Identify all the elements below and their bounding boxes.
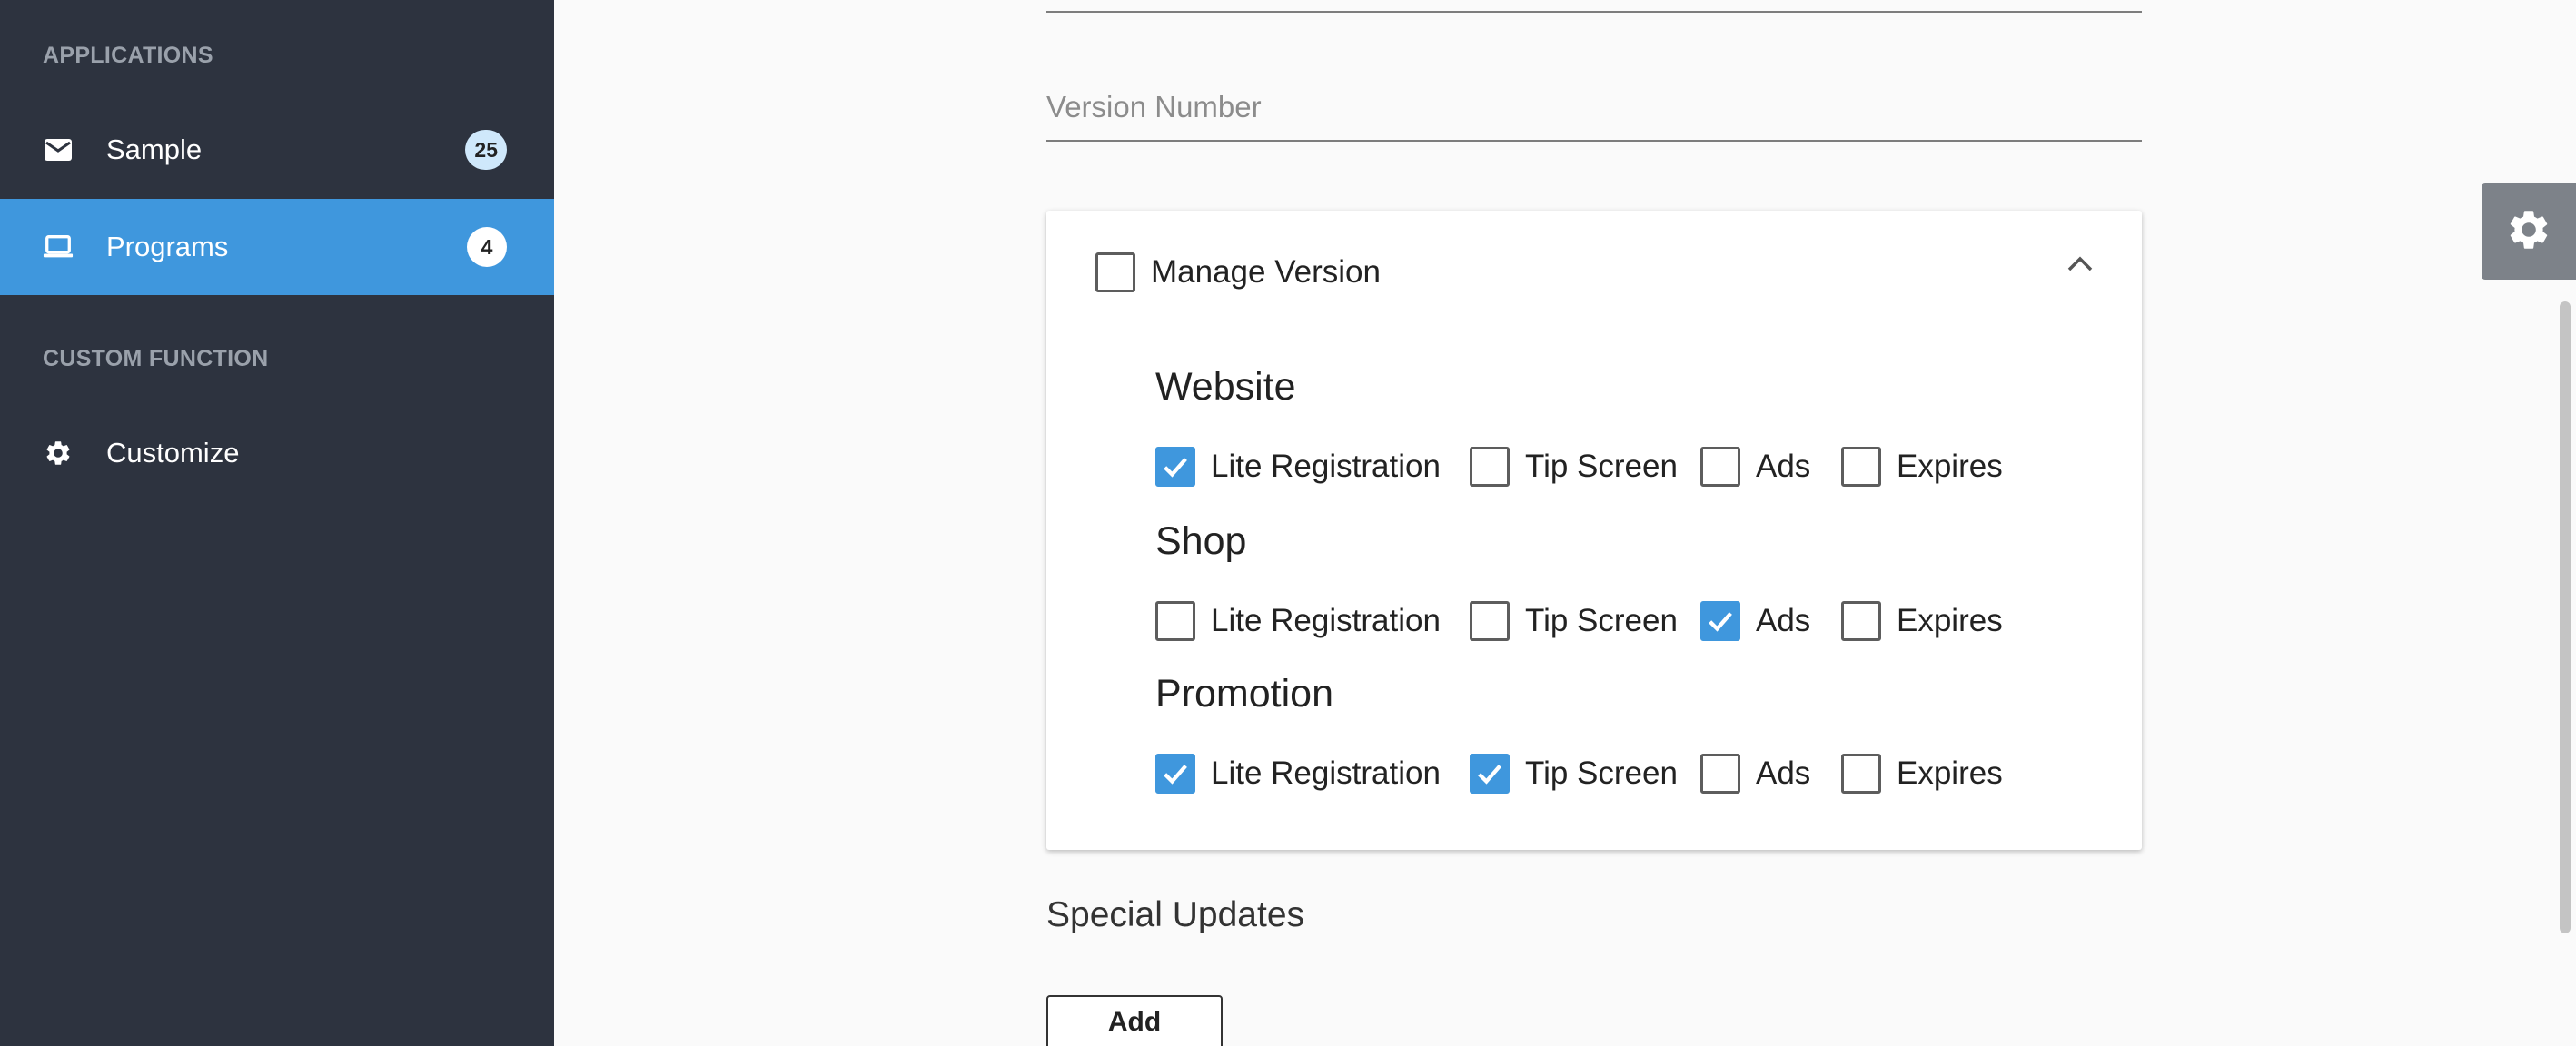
previous-field-underline	[1046, 11, 2142, 13]
promotion-tip-screen-checkbox[interactable]	[1470, 754, 1510, 794]
group-title-promotion: Promotion	[1155, 672, 1333, 715]
website-ads-checkbox[interactable]	[1700, 447, 1740, 487]
shop-expires-checkbox[interactable]	[1841, 601, 1881, 641]
version-number-input[interactable]	[1046, 82, 2142, 142]
sidebar-item-label: Customize	[106, 437, 240, 469]
promotion-ads-checkbox[interactable]	[1700, 754, 1740, 794]
shop-tip-screen-checkbox[interactable]	[1470, 601, 1510, 641]
promotion-lite-registration-checkbox[interactable]	[1155, 754, 1195, 794]
count-badge: 25	[465, 130, 507, 170]
add-button[interactable]: Add	[1046, 995, 1223, 1046]
count-badge: 4	[467, 227, 507, 267]
group-title-shop: Shop	[1155, 519, 1247, 563]
promotion-expires-checkbox[interactable]	[1841, 754, 1881, 794]
sidebar-item-sample[interactable]: Sample 25	[0, 102, 554, 198]
promotion-ads-label: Ads	[1756, 755, 1811, 791]
sidebar-section-custom-function: CUSTOM FUNCTION	[43, 346, 269, 371]
sidebar-item-programs[interactable]: Programs 4	[0, 199, 554, 295]
sidebar-section-applications: APPLICATIONS	[43, 43, 213, 68]
shop-tip-screen-label: Tip Screen	[1525, 603, 1678, 638]
promotion-lite-registration-label: Lite Registration	[1211, 755, 1441, 791]
laptop-icon	[43, 232, 74, 262]
shop-expires-label: Expires	[1897, 603, 2003, 638]
manage-version-panel: Manage Version Website Lite Registration T…	[1046, 211, 2142, 850]
collapse-toggle[interactable]	[2064, 249, 2096, 281]
website-lite-registration-label: Lite Registration	[1211, 449, 1441, 484]
website-lite-registration-checkbox[interactable]	[1155, 447, 1195, 487]
shop-lite-registration-label: Lite Registration	[1211, 603, 1441, 638]
manage-version-checkbox[interactable]	[1095, 252, 1135, 292]
website-expires-checkbox[interactable]	[1841, 447, 1881, 487]
website-expires-label: Expires	[1897, 449, 2003, 484]
website-ads-label: Ads	[1756, 449, 1811, 484]
sidebar: APPLICATIONS Sample 25 Programs 4 CUSTOM…	[0, 0, 554, 1046]
group-title-website: Website	[1155, 365, 1296, 409]
sidebar-item-label: Sample	[106, 133, 203, 165]
shop-ads-checkbox[interactable]	[1700, 601, 1740, 641]
promotion-expires-label: Expires	[1897, 755, 2003, 791]
shop-lite-registration-checkbox[interactable]	[1155, 601, 1195, 641]
gear-icon	[2505, 206, 2552, 258]
mail-icon	[43, 134, 74, 165]
website-tip-screen-checkbox[interactable]	[1470, 447, 1510, 487]
chevron-up-icon	[2066, 254, 2094, 277]
special-updates-title: Special Updates	[1046, 895, 1305, 934]
gear-icon	[43, 438, 74, 469]
sidebar-item-label: Programs	[106, 231, 229, 262]
promotion-tip-screen-label: Tip Screen	[1525, 755, 1678, 791]
manage-version-label: Manage Version	[1151, 254, 1381, 290]
settings-button[interactable]	[2482, 183, 2576, 280]
shop-ads-label: Ads	[1756, 603, 1811, 638]
scrollbar-thumb[interactable]	[2560, 301, 2571, 933]
website-tip-screen-label: Tip Screen	[1525, 449, 1678, 484]
sidebar-item-customize[interactable]: Customize	[0, 405, 554, 501]
